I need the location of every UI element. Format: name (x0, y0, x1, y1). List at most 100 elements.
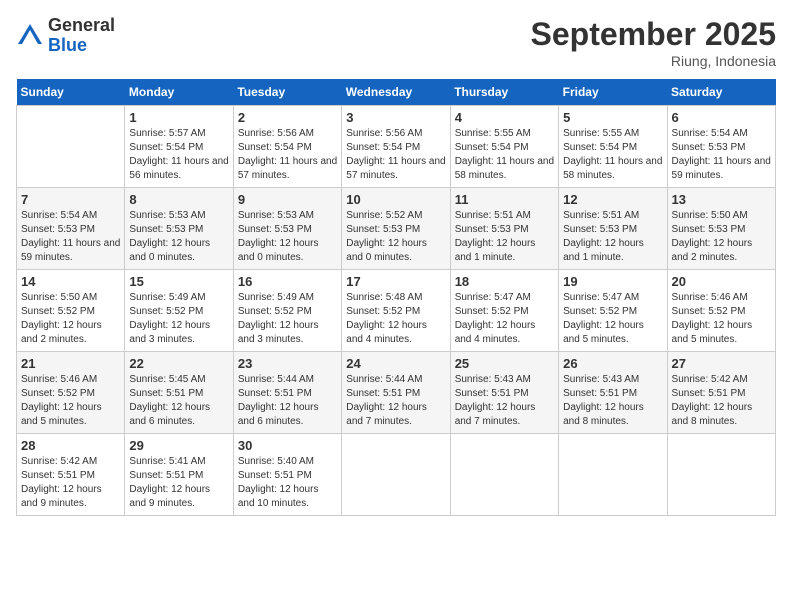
calendar-cell: 23 Sunrise: 5:44 AMSunset: 5:51 PMDayligh… (233, 352, 341, 434)
day-info: Sunrise: 5:47 AMSunset: 5:52 PMDaylight:… (563, 291, 662, 347)
calendar-cell: 17Sunrise: 5:48 AMSunset: 5:52 PMDayligh… (342, 270, 450, 352)
calendar-cell (559, 434, 667, 516)
calendar-cell: 25 Sunrise: 5:43 AMSunset: 5:51 PMDayligh… (450, 352, 558, 434)
day-info: Sunrise: 5:42 AMSunset: 5:51 PMDaylight:… (21, 455, 120, 511)
day-number: 27 (672, 356, 771, 371)
day-number: 4 (455, 110, 554, 125)
calendar-cell: 16 Sunrise: 5:49 AMSunset: 5:52 PMDayligh… (233, 270, 341, 352)
calendar-cell: 2Sunrise: 5:56 AMSunset: 5:54 PMDaylight… (233, 106, 341, 188)
calendar-cell: 24Sunrise: 5:44 AMSunset: 5:51 PMDayligh… (342, 352, 450, 434)
calendar-cell (667, 434, 775, 516)
calendar-cell: 27 Sunrise: 5:42 AMSunset: 5:51 PMDayligh… (667, 352, 775, 434)
day-number: 16 (238, 274, 337, 289)
day-info: Sunrise: 5:52 AMSunset: 5:53 PMDaylight:… (346, 209, 445, 265)
weekday-header-thursday: Thursday (450, 79, 558, 106)
day-number: 1 (129, 110, 228, 125)
calendar-cell (342, 434, 450, 516)
calendar-cell: 7 Sunrise: 5:54 AMSunset: 5:53 PMDaylight… (17, 188, 125, 270)
calendar-cell: 10Sunrise: 5:52 AMSunset: 5:53 PMDayligh… (342, 188, 450, 270)
weekday-header-friday: Friday (559, 79, 667, 106)
day-info: Sunrise: 5:51 AMSunset: 5:53 PMDaylight:… (563, 209, 662, 265)
calendar-cell: 9Sunrise: 5:53 AMSunset: 5:53 PMDaylight… (233, 188, 341, 270)
day-number: 15 (129, 274, 228, 289)
calendar-cell: 20 Sunrise: 5:46 AMSunset: 5:52 PMDayligh… (667, 270, 775, 352)
day-number: 30 (238, 438, 337, 453)
calendar-cell: 4 Sunrise: 5:55 AMSunset: 5:54 PMDaylight… (450, 106, 558, 188)
calendar-cell: 21Sunrise: 5:46 AMSunset: 5:52 PMDayligh… (17, 352, 125, 434)
day-info: Sunrise: 5:56 AMSunset: 5:54 PMDaylight:… (346, 127, 445, 183)
day-number: 11 (455, 192, 554, 207)
day-info: Sunrise: 5:50 AMSunset: 5:53 PMDaylight:… (672, 209, 771, 265)
day-info: Sunrise: 5:43 AMSunset: 5:51 PMDaylight:… (563, 373, 662, 429)
day-number: 12 (563, 192, 662, 207)
calendar-cell: 8 Sunrise: 5:53 AMSunset: 5:53 PMDaylight… (125, 188, 233, 270)
day-info: Sunrise: 5:55 AMSunset: 5:54 PMDaylight:… (455, 127, 554, 183)
day-info: Sunrise: 5:42 AMSunset: 5:51 PMDaylight:… (672, 373, 771, 429)
weekday-header-saturday: Saturday (667, 79, 775, 106)
day-number: 8 (129, 192, 228, 207)
week-row-1: 1 Sunrise: 5:57 AMSunset: 5:54 PMDaylight… (17, 106, 776, 188)
calendar-cell: 14 Sunrise: 5:50 AMSunset: 5:52 PMDayligh… (17, 270, 125, 352)
day-number: 23 (238, 356, 337, 371)
day-number: 19 (563, 274, 662, 289)
title-area: September 2025 Riung, Indonesia (531, 16, 776, 69)
logo-text: General Blue (48, 16, 115, 56)
day-number: 5 (563, 110, 662, 125)
day-number: 13 (672, 192, 771, 207)
day-number: 26 (563, 356, 662, 371)
day-info: Sunrise: 5:46 AMSunset: 5:52 PMDaylight:… (21, 373, 120, 429)
day-number: 24 (346, 356, 445, 371)
day-info: Sunrise: 5:50 AMSunset: 5:52 PMDaylight:… (21, 291, 120, 347)
day-info: Sunrise: 5:43 AMSunset: 5:51 PMDaylight:… (455, 373, 554, 429)
day-info: Sunrise: 5:49 AMSunset: 5:52 PMDaylight:… (238, 291, 337, 347)
calendar-cell: 11 Sunrise: 5:51 AMSunset: 5:53 PMDayligh… (450, 188, 558, 270)
weekday-header-wednesday: Wednesday (342, 79, 450, 106)
day-info: Sunrise: 5:54 AMSunset: 5:53 PMDaylight:… (21, 209, 120, 265)
day-info: Sunrise: 5:55 AMSunset: 5:54 PMDaylight:… (563, 127, 662, 183)
calendar-cell: 30Sunrise: 5:40 AMSunset: 5:51 PMDayligh… (233, 434, 341, 516)
location: Riung, Indonesia (531, 53, 776, 69)
day-info: Sunrise: 5:46 AMSunset: 5:52 PMDaylight:… (672, 291, 771, 347)
calendar-cell (17, 106, 125, 188)
calendar-cell: 18 Sunrise: 5:47 AMSunset: 5:52 PMDayligh… (450, 270, 558, 352)
logo: General Blue (16, 16, 115, 56)
day-info: Sunrise: 5:51 AMSunset: 5:53 PMDaylight:… (455, 209, 554, 265)
calendar-cell: 19 Sunrise: 5:47 AMSunset: 5:52 PMDayligh… (559, 270, 667, 352)
day-info: Sunrise: 5:57 AMSunset: 5:54 PMDaylight:… (129, 127, 228, 183)
calendar-cell: 6Sunrise: 5:54 AMSunset: 5:53 PMDaylight… (667, 106, 775, 188)
day-number: 18 (455, 274, 554, 289)
calendar-cell: 29 Sunrise: 5:41 AMSunset: 5:51 PMDayligh… (125, 434, 233, 516)
logo-icon (16, 22, 44, 50)
week-row-5: 28 Sunrise: 5:42 AMSunset: 5:51 PMDayligh… (17, 434, 776, 516)
day-number: 22 (129, 356, 228, 371)
logo-general: General (48, 16, 115, 36)
day-info: Sunrise: 5:56 AMSunset: 5:54 PMDaylight:… (238, 127, 337, 183)
day-info: Sunrise: 5:47 AMSunset: 5:52 PMDaylight:… (455, 291, 554, 347)
day-info: Sunrise: 5:41 AMSunset: 5:51 PMDaylight:… (129, 455, 228, 511)
day-info: Sunrise: 5:44 AMSunset: 5:51 PMDaylight:… (238, 373, 337, 429)
calendar-table: SundayMondayTuesdayWednesdayThursdayFrid… (16, 79, 776, 516)
week-row-3: 14 Sunrise: 5:50 AMSunset: 5:52 PMDayligh… (17, 270, 776, 352)
day-number: 14 (21, 274, 120, 289)
calendar-cell: 22Sunrise: 5:45 AMSunset: 5:51 PMDayligh… (125, 352, 233, 434)
calendar-cell: 3 Sunrise: 5:56 AMSunset: 5:54 PMDaylight… (342, 106, 450, 188)
day-number: 6 (672, 110, 771, 125)
day-info: Sunrise: 5:49 AMSunset: 5:52 PMDaylight:… (129, 291, 228, 347)
day-number: 20 (672, 274, 771, 289)
weekday-header-tuesday: Tuesday (233, 79, 341, 106)
week-row-4: 21Sunrise: 5:46 AMSunset: 5:52 PMDayligh… (17, 352, 776, 434)
day-number: 7 (21, 192, 120, 207)
day-number: 28 (21, 438, 120, 453)
day-number: 25 (455, 356, 554, 371)
day-number: 29 (129, 438, 228, 453)
calendar-cell: 12 Sunrise: 5:51 AMSunset: 5:53 PMDayligh… (559, 188, 667, 270)
weekday-header-sunday: Sunday (17, 79, 125, 106)
day-number: 3 (346, 110, 445, 125)
day-info: Sunrise: 5:48 AMSunset: 5:52 PMDaylight:… (346, 291, 445, 347)
day-info: Sunrise: 5:53 AMSunset: 5:53 PMDaylight:… (129, 209, 228, 265)
calendar-cell: 15 Sunrise: 5:49 AMSunset: 5:52 PMDayligh… (125, 270, 233, 352)
calendar-cell: 13 Sunrise: 5:50 AMSunset: 5:53 PMDayligh… (667, 188, 775, 270)
page-header: General Blue September 2025 Riung, Indon… (16, 16, 776, 69)
calendar-body: 1 Sunrise: 5:57 AMSunset: 5:54 PMDaylight… (17, 106, 776, 516)
day-number: 9 (238, 192, 337, 207)
